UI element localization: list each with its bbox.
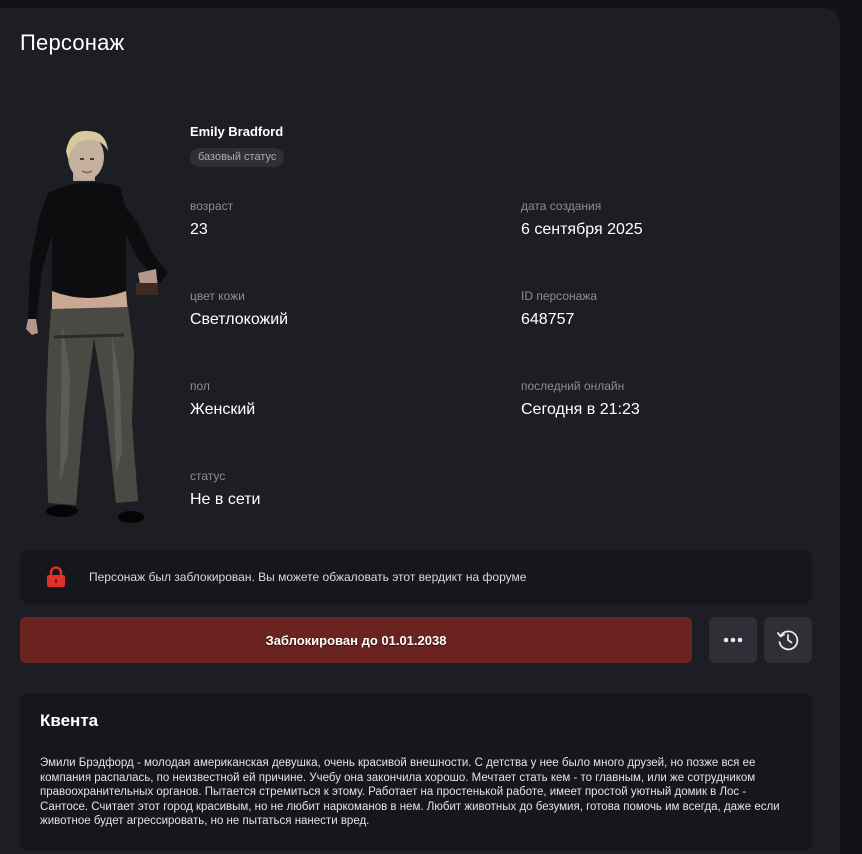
gender-label: пол	[190, 379, 210, 393]
age-label: возраст	[190, 199, 234, 213]
story-card: Квента Эмили Брэдфорд - молодая американ…	[20, 693, 812, 851]
more-options-button[interactable]	[709, 617, 757, 663]
ban-notice: Персонаж был заблокирован. Вы можете обж…	[20, 550, 812, 604]
gender-value: Женский	[190, 401, 256, 418]
status-label: статус	[190, 469, 226, 483]
character-avatar	[26, 130, 168, 523]
story-text: Эмили Брэдфорд - молодая американская де…	[40, 757, 780, 827]
created-value: 6 сентября 2025	[521, 221, 643, 238]
age-value: 23	[190, 221, 208, 238]
character-name: Emily Bradford	[190, 124, 284, 139]
character-panel: Персонаж Emily Bradford базовый статус в…	[0, 8, 840, 854]
last-online-label: последний онлайн	[521, 379, 625, 393]
story-title: Квента	[40, 711, 99, 730]
character-id-label: ID персонажа	[521, 289, 597, 303]
skin-value: Светлокожий	[190, 311, 289, 328]
skin-label: цвет кожи	[190, 289, 245, 303]
page-title: Персонаж	[20, 30, 125, 55]
history-button[interactable]	[764, 617, 812, 663]
lock-icon	[47, 566, 65, 587]
last-online-value: Сегодня в 21:23	[521, 401, 640, 418]
more-dots-icon	[723, 637, 743, 643]
status-badge: базовый статус	[190, 148, 285, 167]
history-icon	[777, 630, 799, 651]
status-value: Не в сети	[190, 491, 261, 508]
ban-notice-text: Персонаж был заблокирован. Вы можете обж…	[89, 570, 527, 584]
character-id-value: 648757	[521, 311, 575, 328]
created-label: дата создания	[521, 199, 602, 213]
banned-until-button[interactable]: Заблокирован до 01.01.2038	[20, 617, 692, 663]
